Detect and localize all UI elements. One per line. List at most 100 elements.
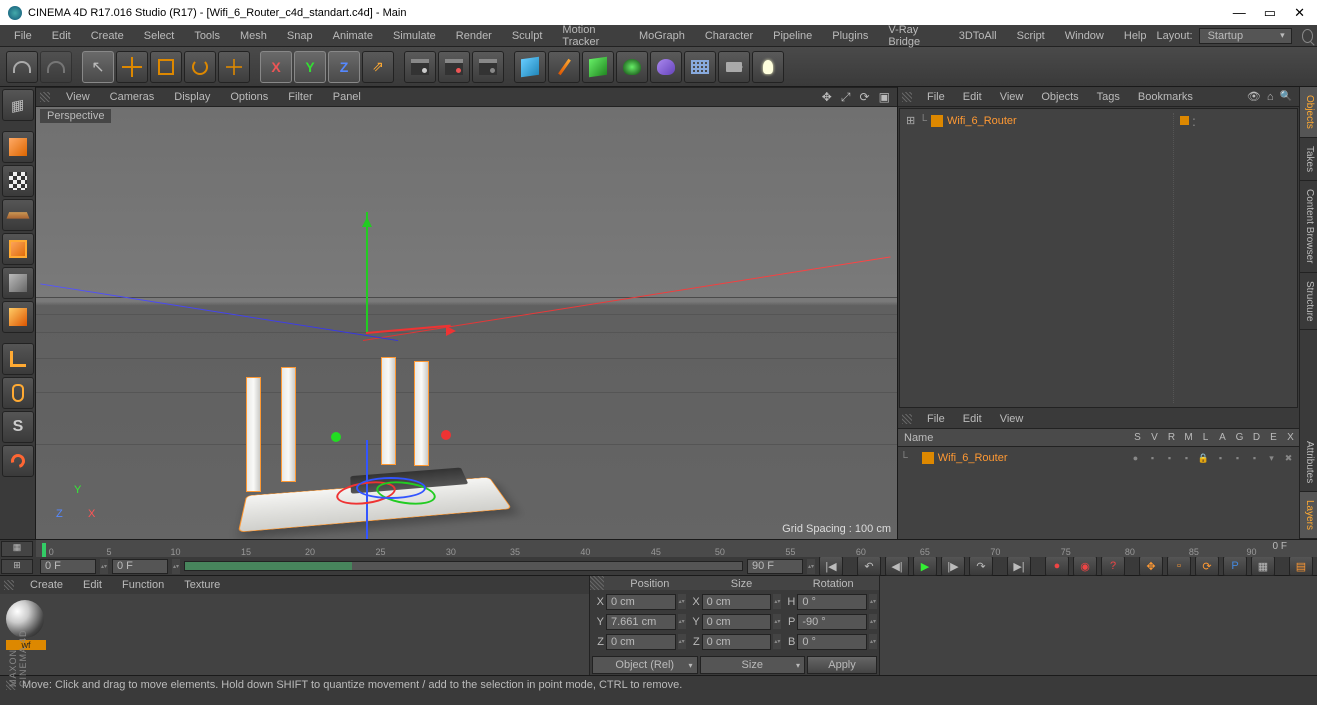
- grip-icon[interactable]: [902, 414, 912, 424]
- minimize-button[interactable]: —: [1233, 5, 1246, 21]
- object-manager[interactable]: ⊞ └ Wifi_6_Router :: [899, 108, 1298, 408]
- point-mode[interactable]: [2, 233, 34, 265]
- autokey-button[interactable]: ◉: [1073, 556, 1097, 576]
- last-tool[interactable]: [218, 51, 250, 83]
- object-row[interactable]: ⊞ └ Wifi_6_Router: [904, 113, 1173, 128]
- router-model[interactable]: [236, 387, 516, 527]
- transform-gizmo[interactable]: [366, 332, 367, 333]
- vp-toggle-icon[interactable]: ▣: [879, 90, 890, 104]
- vp-menu-cameras[interactable]: Cameras: [100, 91, 165, 103]
- menu-character[interactable]: Character: [695, 30, 763, 42]
- tab-objects[interactable]: Objects: [1300, 87, 1317, 138]
- snap-toggle[interactable]: S: [2, 411, 34, 443]
- menu-sculpt[interactable]: Sculpt: [502, 30, 553, 42]
- layer-flag[interactable]: ▪: [1246, 453, 1263, 463]
- menu-select[interactable]: Select: [134, 30, 185, 42]
- playhead[interactable]: [42, 543, 46, 557]
- render-view-button[interactable]: [404, 51, 436, 83]
- tl-opt2[interactable]: ⊞: [1, 559, 33, 575]
- axis-mode[interactable]: [2, 343, 34, 375]
- layers-body[interactable]: └ Wifi_6_Router ● ▪ ▪ ▪ 🔒 ▪ ▪ ▪ ▾ ✖: [898, 447, 1299, 539]
- layer-flag[interactable]: ▾: [1263, 453, 1280, 464]
- menu-edit[interactable]: Edit: [42, 30, 81, 42]
- z-axis-lock[interactable]: Z: [328, 51, 360, 83]
- menu-render[interactable]: Render: [446, 30, 502, 42]
- attributes-empty[interactable]: [879, 576, 1317, 675]
- vp-menu-panel[interactable]: Panel: [323, 91, 371, 103]
- move-tool[interactable]: [116, 51, 148, 83]
- op-home-icon[interactable]: ⌂: [1267, 91, 1274, 103]
- make-editable-button[interactable]: ▦: [2, 89, 34, 121]
- key-pla-button[interactable]: ▦: [1251, 556, 1275, 576]
- size-z-field[interactable]: 0 cm: [702, 634, 772, 650]
- layer-flag[interactable]: ▪: [1161, 453, 1178, 463]
- menu-mograph[interactable]: MoGraph: [629, 30, 695, 42]
- select-tool[interactable]: ↖: [82, 51, 114, 83]
- op-menu-edit[interactable]: Edit: [954, 91, 991, 103]
- menu-vray[interactable]: V-Ray Bridge: [878, 24, 948, 48]
- tl-opt1[interactable]: ▦: [1, 541, 33, 557]
- key-pos-button[interactable]: ✥: [1139, 556, 1163, 576]
- tab-takes[interactable]: Takes: [1300, 138, 1317, 181]
- coord-system[interactable]: ⇗: [362, 51, 394, 83]
- grip-icon[interactable]: [902, 92, 912, 102]
- mat-menu-function[interactable]: Function: [112, 579, 174, 591]
- render-settings-button[interactable]: [472, 51, 504, 83]
- stepper[interactable]: ▴▾: [807, 559, 815, 574]
- layer-flag[interactable]: ●: [1127, 453, 1144, 463]
- lp-menu-edit[interactable]: Edit: [954, 413, 991, 425]
- tab-content-browser[interactable]: Content Browser: [1300, 181, 1317, 272]
- next-frame-button[interactable]: |▶: [941, 556, 965, 576]
- y-axis-lock[interactable]: Y: [294, 51, 326, 83]
- op-search-icon[interactable]: 🔍: [1280, 91, 1292, 102]
- op-menu-objects[interactable]: Objects: [1032, 91, 1087, 103]
- add-primitive-button[interactable]: [514, 51, 546, 83]
- vp-menu-display[interactable]: Display: [164, 91, 220, 103]
- pos-z-field[interactable]: 0 cm: [606, 634, 676, 650]
- prev-frame-button[interactable]: ◀|: [885, 556, 909, 576]
- op-eye-icon[interactable]: 👁: [1247, 90, 1261, 103]
- object-name[interactable]: Wifi_6_Router: [947, 115, 1017, 127]
- vp-menu-options[interactable]: Options: [220, 91, 278, 103]
- texture-mode[interactable]: [2, 165, 34, 197]
- search-icon[interactable]: [1302, 29, 1313, 43]
- add-camera-button[interactable]: [718, 51, 750, 83]
- viewport-3d[interactable]: Y X Z Grid Spacing : 100 cm: [36, 107, 897, 539]
- layer-flag[interactable]: 🔒: [1195, 453, 1212, 464]
- op-menu-file[interactable]: File: [918, 91, 954, 103]
- layer-flag[interactable]: ▪: [1144, 453, 1161, 463]
- add-spline-button[interactable]: [548, 51, 580, 83]
- menu-plugins[interactable]: Plugins: [822, 30, 878, 42]
- render-pv-button[interactable]: [438, 51, 470, 83]
- rotate-tool[interactable]: [184, 51, 216, 83]
- tweak-mode[interactable]: [2, 377, 34, 409]
- layer-row[interactable]: └ Wifi_6_Router ● ▪ ▪ ▪ 🔒 ▪ ▪ ▪ ▾ ✖: [900, 449, 1297, 467]
- record-key-button[interactable]: ●: [1045, 556, 1069, 576]
- menu-file[interactable]: File: [4, 30, 42, 42]
- undo-button[interactable]: [6, 51, 38, 83]
- rot-b-field[interactable]: 0 °: [797, 634, 867, 650]
- rot-h-field[interactable]: 0 °: [797, 594, 867, 610]
- menu-tools[interactable]: Tools: [184, 30, 230, 42]
- edge-mode[interactable]: [2, 267, 34, 299]
- vp-menu-filter[interactable]: Filter: [278, 91, 322, 103]
- lp-menu-view[interactable]: View: [991, 413, 1033, 425]
- op-menu-tags[interactable]: Tags: [1088, 91, 1129, 103]
- tab-attributes[interactable]: Attributes: [1300, 433, 1317, 492]
- menu-animate[interactable]: Animate: [323, 30, 383, 42]
- menu-snap[interactable]: Snap: [277, 30, 323, 42]
- add-deformer-button[interactable]: [650, 51, 682, 83]
- soft-selection[interactable]: [2, 445, 34, 477]
- menu-pipeline[interactable]: Pipeline: [763, 30, 822, 42]
- layer-color-swatch[interactable]: [922, 452, 934, 464]
- menu-simulate[interactable]: Simulate: [383, 30, 446, 42]
- mat-menu-edit[interactable]: Edit: [73, 579, 112, 591]
- goto-end-button[interactable]: ▶|: [1007, 556, 1031, 576]
- menu-create[interactable]: Create: [81, 30, 134, 42]
- keyselection-button[interactable]: ?: [1101, 556, 1125, 576]
- tab-structure[interactable]: Structure: [1300, 273, 1317, 331]
- layer-flag[interactable]: ✖: [1280, 453, 1297, 464]
- vp-zoom-icon[interactable]: ⤢: [841, 90, 851, 104]
- pos-x-field[interactable]: 0 cm: [606, 594, 676, 610]
- model-mode[interactable]: [2, 131, 34, 163]
